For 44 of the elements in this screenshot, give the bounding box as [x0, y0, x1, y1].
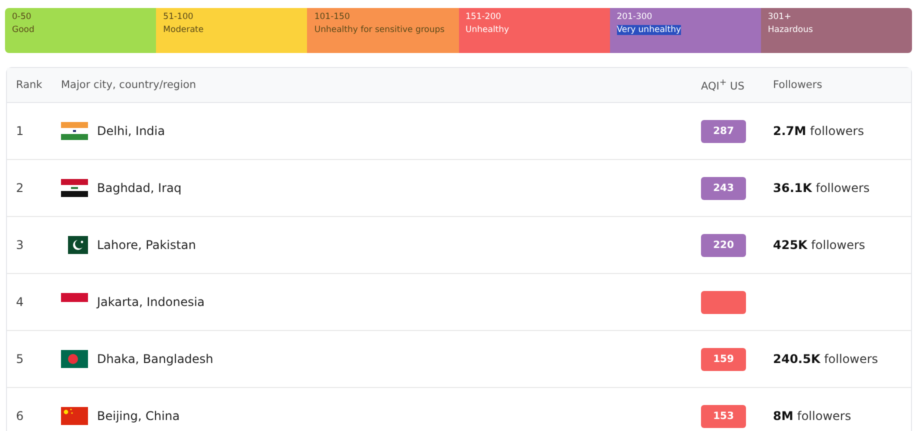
city-name: Jakarta, Indonesia: [97, 295, 205, 309]
follower-count: 2.7M followers: [773, 124, 864, 138]
column-header: Followers: [773, 79, 824, 91]
rank-number: 6: [16, 409, 24, 423]
aqi-badge: 287: [701, 120, 746, 142]
legend-label: Hazardous: [768, 25, 813, 35]
city-name: Baghdad, Iraq: [97, 181, 182, 195]
column-header: Major city, country/region: [61, 79, 198, 91]
city-name: Beijing, China: [97, 409, 180, 423]
legend-range: 151-200: [466, 12, 502, 22]
legend-label: Good: [12, 25, 34, 35]
legend-range: 0-50: [12, 12, 32, 22]
rank-number: 4: [16, 295, 24, 309]
flag-icon: [61, 179, 88, 197]
aqi-badge: 220: [701, 234, 746, 256]
aqi-badge: 159: [701, 348, 746, 370]
legend-range: 51-100: [163, 12, 194, 22]
legend-range: 201-300: [616, 12, 652, 22]
column-header: Rank: [15, 79, 44, 91]
legend-range: 101-150: [314, 12, 350, 22]
flag-icon: [61, 407, 88, 425]
column-header: AQI$^{+}$ US: [701, 78, 746, 92]
rank-number: 1: [16, 124, 24, 138]
follower-count: 8M followers: [773, 409, 852, 423]
rank-number: 5: [16, 352, 24, 366]
legend-label: Very unhealthy: [616, 25, 682, 35]
legend-range: 301+: [768, 12, 792, 22]
city-name: Dhaka, Bangladesh: [97, 352, 214, 366]
legend-label: Unhealthy: [466, 25, 510, 35]
follower-count: 240.5K followers: [773, 352, 878, 366]
flag-icon: [61, 122, 88, 140]
city-name: Lahore, Pakistan: [97, 238, 196, 252]
legend-label: Moderate: [163, 25, 204, 35]
flag-icon: [68, 236, 88, 254]
rank-number: 3: [16, 238, 24, 252]
rank-number: 2: [16, 181, 24, 195]
flag-icon: [61, 350, 88, 368]
follower-count: 36.1K followers: [773, 181, 870, 195]
legend-label: Unhealthy for sensitive groups: [314, 25, 445, 35]
follower-count: 425K followers: [773, 238, 866, 252]
aqi-badge: 153: [701, 404, 746, 428]
city-name: Delhi, India: [97, 124, 165, 138]
aqi-badge: 243: [701, 176, 746, 200]
flag-icon: [61, 293, 88, 302]
